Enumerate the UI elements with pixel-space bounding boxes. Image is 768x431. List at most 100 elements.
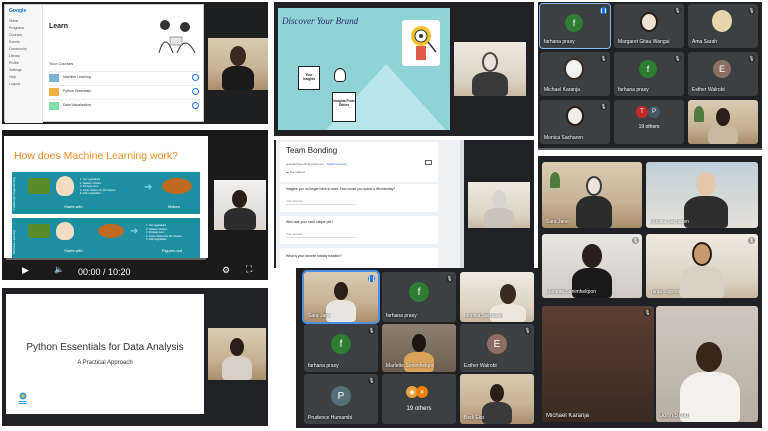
course-row[interactable]: Machine Learning [49, 71, 201, 83]
participant-tile[interactable]: 🎙 Ama Sarah [688, 4, 758, 48]
course-thumb [49, 88, 59, 96]
sidebar-item[interactable]: Events [5, 38, 42, 45]
participant-name: Ama Sarah [692, 39, 718, 45]
print-icon[interactable] [425, 160, 432, 165]
shared-screen-python-slide: Python Essentials for Data Analysis A Pr… [2, 288, 268, 426]
participant-tile[interactable]: Bedi Eko [460, 374, 534, 424]
course-row[interactable]: Python Essentials [49, 85, 201, 97]
participant-tile[interactable]: Michael Karanja 🎙 [542, 306, 654, 422]
answer-input[interactable]: Your answer [286, 199, 356, 205]
participant-tile[interactable]: 🎙 Margaret Gitau Wangui [614, 4, 684, 48]
progress-ring-icon [192, 88, 199, 95]
volume-icon[interactable]: 🔈 [54, 265, 64, 274]
participant-name: Monica Sacharen [544, 135, 583, 141]
card-your-insights: Your Insights [298, 66, 320, 90]
course-title: Data Visualization [63, 103, 91, 107]
sidebar-item[interactable]: Programs [5, 24, 42, 31]
sidebar: Google Home Programs Courses Events Comm… [5, 5, 43, 123]
participant-name: Michael Karanja [546, 413, 590, 419]
participant-tile[interactable] [688, 100, 758, 144]
participant-tile[interactable]: f 🎙 farhana praxy [614, 52, 684, 96]
sidebar-item[interactable]: Courses [5, 31, 42, 38]
fullscreen-icon[interactable]: ⛶ [246, 264, 252, 275]
arrow-right-icon: ➔ [130, 226, 139, 237]
participant-head [490, 384, 504, 402]
participant-tile[interactable]: f 🎙 farhana praxy [382, 272, 456, 322]
roast-chicken-image [162, 178, 192, 194]
presenter-head [482, 52, 498, 72]
app-logo: Google [9, 8, 27, 14]
shared-screen-brand-slide: Discover Your Brand Your Insights Insigh… [274, 2, 534, 136]
step: 5. Add vegetables [80, 192, 101, 196]
participant-name: Bedi Eko [464, 415, 485, 421]
participant-tile[interactable]: E 🎙 Esther Walrobi [460, 324, 534, 372]
progress-ring-icon [192, 74, 199, 81]
recipe-steps: 1. Cut vegetables 2. Season chicken 3. P… [146, 224, 198, 242]
video-call-mosaic: Google Home Programs Courses Events Comm… [0, 0, 768, 431]
arrow-right-icon: ➔ [144, 182, 153, 193]
mic-off-icon: 🎙 [368, 327, 375, 334]
lightbulb-icon [334, 68, 346, 82]
starts-with-label: Starts with [64, 248, 83, 253]
presenter-video [208, 328, 266, 380]
participant-tile[interactable]: 🎙 Monica Sacharen [540, 100, 610, 144]
participant-tile[interactable]: 🎙 Marlette Sonimhekpon [542, 234, 642, 298]
makes-label: Makes [168, 204, 180, 209]
mic-off-icon: 🎙 [748, 7, 755, 14]
participant-avatar: f [409, 282, 429, 302]
gear-icon[interactable]: ⚙ [222, 265, 230, 276]
sidebar-item[interactable]: Help [5, 73, 42, 80]
sidebar-item[interactable]: Logout [5, 80, 42, 87]
participant-tile[interactable]: 🎙 Michael Karanja [540, 52, 610, 96]
course-row[interactable]: Data Visualization [49, 99, 201, 111]
participant-head [640, 12, 658, 32]
participant-tile[interactable]: Monica Sacharen [460, 272, 534, 322]
slide-title: Discover Your Brand [282, 16, 359, 26]
scrollbar[interactable] [460, 140, 464, 268]
sidebar-item[interactable]: Home [5, 17, 42, 24]
answer-input[interactable]: Your answer [286, 232, 356, 238]
org-logo [18, 392, 28, 406]
question-text: What is your favorite holiday tradition? [286, 254, 342, 258]
participant-tile[interactable]: John Smith [656, 306, 758, 422]
participant-tile[interactable]: Marlette Sonimhekpo [382, 324, 456, 372]
others-tile[interactable]: T P 19 others [614, 100, 684, 144]
participant-tile[interactable]: 🎙 Tanja Lagona [646, 234, 758, 298]
participant-head [564, 58, 584, 80]
participant-tile[interactable]: f 🎙 farhana praxy [304, 324, 378, 372]
card-label: Insights From Others [333, 99, 355, 107]
figures-out-label: Figures out [162, 248, 183, 253]
participant-tile[interactable]: ❙❙ Sara Jane [302, 270, 380, 324]
mic-off-icon: 🎙 [446, 275, 453, 282]
presenter-head [230, 46, 246, 66]
participant-name: Michael Karanja [544, 87, 580, 93]
participant-head [412, 334, 426, 352]
participant-tile[interactable]: P 🎙 Prudence Humambi [304, 374, 378, 424]
participant-name: Margaret Gitau Wangui [618, 39, 670, 45]
participant-head [716, 108, 730, 126]
row-machine-learning: Machine Learning ➔ 1. Cut vegetables 2. … [12, 218, 200, 258]
play-icon[interactable]: ▶ [22, 265, 29, 276]
slide: How does Machine Learning work? Traditio… [4, 136, 208, 258]
row-label: Machine Learning [12, 230, 16, 254]
mic-off-icon: 🎙 [674, 55, 681, 62]
video-progress-bar[interactable] [6, 258, 206, 260]
card-label: Your Insights [302, 73, 316, 81]
participant-tile[interactable]: Sara Jane [542, 162, 642, 228]
slide-subtitle: A Practical Approach [77, 360, 133, 366]
time-display: 00:00 / 10:20 [78, 267, 131, 277]
sidebar-item[interactable]: Profile [5, 59, 42, 66]
row-label: Traditional Programming [12, 177, 16, 210]
slide-title: Python Essentials for Data Analysis [26, 342, 184, 353]
participant-head [696, 172, 716, 196]
participant-tile[interactable]: Monica Sacharen [646, 162, 758, 228]
presenter-head [230, 338, 244, 356]
sidebar-item[interactable]: Settings [5, 66, 42, 73]
participant-tile[interactable]: E 🎙 Esther Walrobi [688, 52, 758, 96]
others-tile[interactable]: ◉ ✕ 19 others [382, 374, 456, 424]
sidebar-item[interactable]: Library [5, 52, 42, 59]
participant-tile[interactable]: f ❙❙ farhana praxy [539, 3, 611, 49]
slide: Discover Your Brand Your Insights Insigh… [278, 8, 450, 130]
sidebar-item[interactable]: Community [5, 45, 42, 52]
switch-account-link[interactable]: Switch account [327, 162, 347, 166]
